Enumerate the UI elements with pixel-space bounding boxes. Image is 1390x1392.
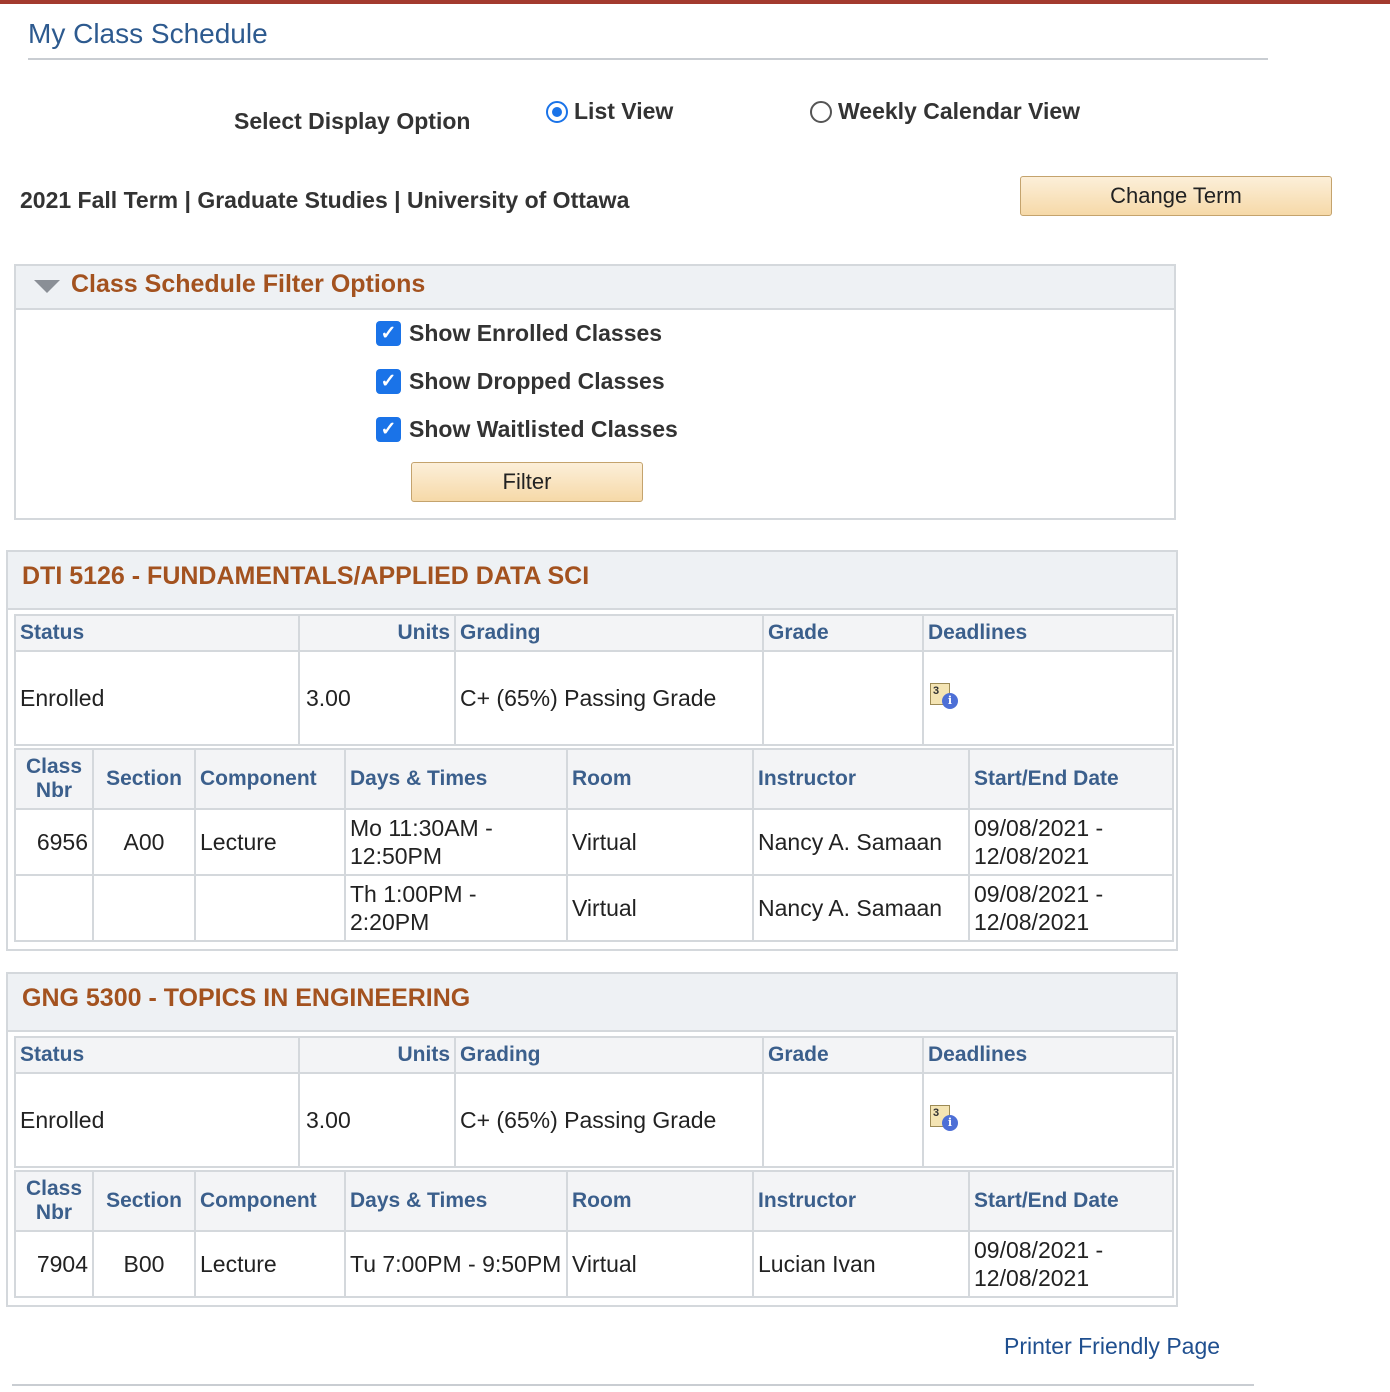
units-header: Units	[298, 1036, 456, 1074]
table-row: 6956 A00 Lecture Mo 11:30AM - 12:50PM Vi…	[14, 808, 1174, 876]
checkbox-checked-icon[interactable]: ✓	[376, 417, 401, 442]
section-header: Section	[92, 1170, 196, 1232]
course-summary-table: Status Units Grading Grade Deadlines Enr…	[14, 1036, 1174, 1168]
grade-header: Grade	[762, 614, 924, 652]
status-header: Status	[14, 614, 300, 652]
course-summary-table: Status Units Grading Grade Deadlines Enr…	[14, 614, 1174, 746]
checkbox-checked-icon[interactable]: ✓	[376, 321, 401, 346]
days-times-header: Days & Times	[344, 748, 568, 810]
course-panel: GNG 5300 - TOPICS IN ENGINEERING Status …	[6, 972, 1178, 1307]
start-end-date-header: Start/End Date	[968, 748, 1174, 810]
radio-selected-icon[interactable]	[546, 100, 568, 123]
course-header: GNG 5300 - TOPICS IN ENGINEERING	[8, 974, 1176, 1032]
filter-button[interactable]: Filter	[411, 462, 643, 502]
status-cell: Enrolled	[14, 1072, 300, 1168]
grading-header: Grading	[454, 614, 764, 652]
component-cell	[194, 874, 346, 942]
grading-cell: C+ (65%) Passing Grade	[454, 650, 764, 746]
class-nbr-cell	[14, 874, 94, 942]
class-nbr-cell: 7904	[14, 1230, 94, 1298]
room-cell: Virtual	[566, 1230, 754, 1298]
status-cell: Enrolled	[14, 650, 300, 746]
deadlines-cell: 3i	[922, 1072, 1174, 1168]
checkbox-checked-icon[interactable]: ✓	[376, 369, 401, 394]
course-title: DTI 5126 - FUNDAMENTALS/APPLIED DATA SCI	[22, 562, 590, 590]
grade-cell	[762, 650, 924, 746]
instructor-cell: Nancy A. Samaan	[752, 808, 970, 876]
grading-header: Grading	[454, 1036, 764, 1074]
show-waitlisted-checkbox-row[interactable]: ✓ Show Waitlisted Classes	[376, 416, 678, 443]
days-times-cell: Mo 11:30AM - 12:50PM	[344, 808, 568, 876]
start-end-date-cell: 09/08/2021 - 12/08/2021	[968, 874, 1174, 942]
title-divider	[28, 58, 1268, 60]
collapse-triangle-icon[interactable]	[34, 280, 60, 293]
component-header: Component	[194, 748, 346, 810]
weekly-calendar-view-label: Weekly Calendar View	[838, 98, 1081, 124]
show-dropped-checkbox-row[interactable]: ✓ Show Dropped Classes	[376, 368, 665, 395]
instructor-header: Instructor	[752, 1170, 970, 1232]
course-panel: DTI 5126 - FUNDAMENTALS/APPLIED DATA SCI…	[6, 550, 1178, 951]
table-row: Th 1:00PM - 2:20PM Virtual Nancy A. Sama…	[14, 874, 1174, 942]
component-cell: Lecture	[194, 808, 346, 876]
change-term-button[interactable]: Change Term	[1020, 176, 1332, 216]
calendar-info-icon[interactable]: 3i	[928, 1102, 958, 1132]
page-title: My Class Schedule	[28, 18, 268, 49]
start-end-date-cell: 09/08/2021 - 12/08/2021	[968, 1230, 1174, 1298]
bottom-divider	[12, 1384, 1254, 1386]
grade-header: Grade	[762, 1036, 924, 1074]
units-header: Units	[298, 614, 456, 652]
room-header: Room	[566, 1170, 754, 1232]
deadlines-header: Deadlines	[922, 1036, 1174, 1074]
course-title: GNG 5300 - TOPICS IN ENGINEERING	[22, 984, 471, 1012]
start-end-date-header: Start/End Date	[968, 1170, 1174, 1232]
calendar-info-icon[interactable]: 3i	[928, 680, 958, 710]
deadlines-header: Deadlines	[922, 614, 1174, 652]
printer-friendly-link[interactable]: Printer Friendly Page	[1004, 1333, 1220, 1360]
room-cell: Virtual	[566, 874, 754, 942]
instructor-cell: Nancy A. Samaan	[752, 874, 970, 942]
section-link[interactable]: A00	[92, 808, 196, 876]
display-option-label: Select Display Option	[234, 108, 471, 134]
list-view-label: List View	[574, 98, 674, 124]
room-header: Room	[566, 748, 754, 810]
grade-cell	[762, 1072, 924, 1168]
show-dropped-label: Show Dropped Classes	[409, 368, 665, 394]
room-cell: Virtual	[566, 808, 754, 876]
filter-options-title: Class Schedule Filter Options	[71, 270, 426, 298]
component-header: Component	[194, 1170, 346, 1232]
show-waitlisted-label: Show Waitlisted Classes	[409, 416, 678, 442]
status-header: Status	[14, 1036, 300, 1074]
days-times-header: Days & Times	[344, 1170, 568, 1232]
days-times-cell: Tu 7:00PM - 9:50PM	[344, 1230, 568, 1298]
weekly-calendar-view-radio[interactable]: Weekly Calendar View	[810, 98, 1080, 125]
instructor-cell: Lucian Ivan	[752, 1230, 970, 1298]
units-cell: 3.00	[298, 650, 456, 746]
top-accent-bar	[0, 0, 1390, 4]
table-row: 7904 B00 Lecture Tu 7:00PM - 9:50PM Virt…	[14, 1230, 1174, 1298]
section-header: Section	[92, 748, 196, 810]
deadlines-cell: 3i	[922, 650, 1174, 746]
radio-unselected-icon[interactable]	[810, 100, 832, 123]
class-nbr-cell: 6956	[14, 808, 94, 876]
section-link	[92, 874, 196, 942]
show-enrolled-label: Show Enrolled Classes	[409, 320, 663, 346]
instructor-header: Instructor	[752, 748, 970, 810]
class-sections-table: Class Nbr Section Component Days & Times…	[14, 748, 1174, 942]
class-sections-table: Class Nbr Section Component Days & Times…	[14, 1170, 1174, 1298]
class-nbr-header: Class Nbr	[14, 748, 94, 810]
days-times-cell: Th 1:00PM - 2:20PM	[344, 874, 568, 942]
filter-options-header[interactable]: Class Schedule Filter Options	[16, 266, 1174, 310]
list-view-radio[interactable]: List View	[546, 98, 673, 125]
section-link[interactable]: B00	[92, 1230, 196, 1298]
component-cell: Lecture	[194, 1230, 346, 1298]
show-enrolled-checkbox-row[interactable]: ✓ Show Enrolled Classes	[376, 320, 662, 347]
units-cell: 3.00	[298, 1072, 456, 1168]
class-nbr-header: Class Nbr	[14, 1170, 94, 1232]
term-description: 2021 Fall Term | Graduate Studies | Univ…	[20, 187, 630, 213]
filter-options-panel: Class Schedule Filter Options ✓ Show Enr…	[14, 264, 1176, 520]
course-header: DTI 5126 - FUNDAMENTALS/APPLIED DATA SCI	[8, 552, 1176, 610]
start-end-date-cell: 09/08/2021 - 12/08/2021	[968, 808, 1174, 876]
grading-cell: C+ (65%) Passing Grade	[454, 1072, 764, 1168]
